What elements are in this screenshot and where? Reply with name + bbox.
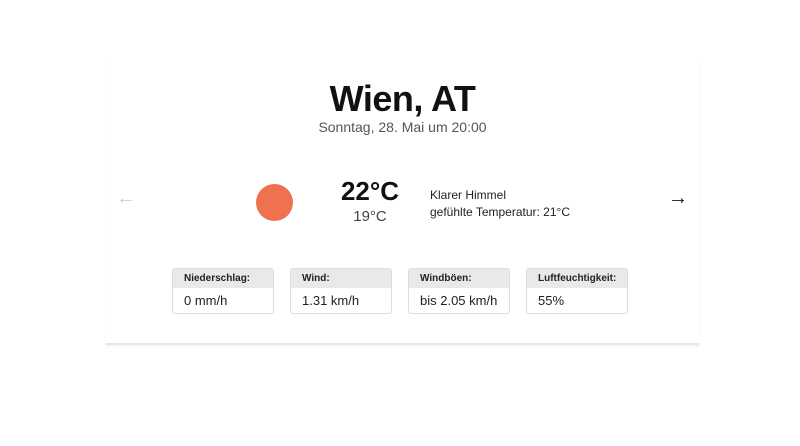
page: Wien, AT Sonntag, 28. Mai um 20:00 ← → 2… — [0, 0, 800, 446]
current-temperature: 22°C — [340, 176, 400, 206]
stat-value: 0 mm/h — [184, 293, 228, 308]
sun-icon — [256, 184, 293, 221]
date-time: Sonntag, 28. Mai um 20:00 — [318, 119, 487, 135]
city-title: Wien, AT — [329, 78, 476, 119]
stat-label: Niederschlag: — [173, 269, 273, 288]
stat-humidity: Luftfeuchtigkeit: 55% — [526, 268, 628, 314]
stat-value: 1.31 km/h — [302, 293, 360, 308]
feels-like-text: gefühlte Temperatur: 21°C — [430, 205, 570, 219]
previous-arrow-icon[interactable]: ← — [114, 186, 138, 210]
stat-precipitation: Niederschlag: 0 mm/h — [172, 268, 274, 314]
stat-label: Luftfeuchtigkeit: — [527, 269, 627, 288]
stat-label: Wind: — [291, 269, 391, 288]
stat-value: bis 2.05 km/h — [420, 293, 498, 308]
next-arrow-icon[interactable]: → — [666, 186, 690, 210]
stat-wind-gusts: Windböen: bis 2.05 km/h — [408, 268, 510, 314]
stat-wind: Wind: 1.31 km/h — [290, 268, 392, 314]
condition-block: Klarer Himmel gefühlte Temperatur: 21°C — [430, 187, 570, 221]
condition-text: Klarer Himmel — [430, 188, 507, 202]
weather-card: Wien, AT Sonntag, 28. Mai um 20:00 ← → 2… — [106, 60, 699, 345]
low-temperature: 19°C — [353, 208, 387, 225]
stat-value: 55% — [538, 293, 565, 308]
stat-label: Windböen: — [409, 269, 509, 288]
